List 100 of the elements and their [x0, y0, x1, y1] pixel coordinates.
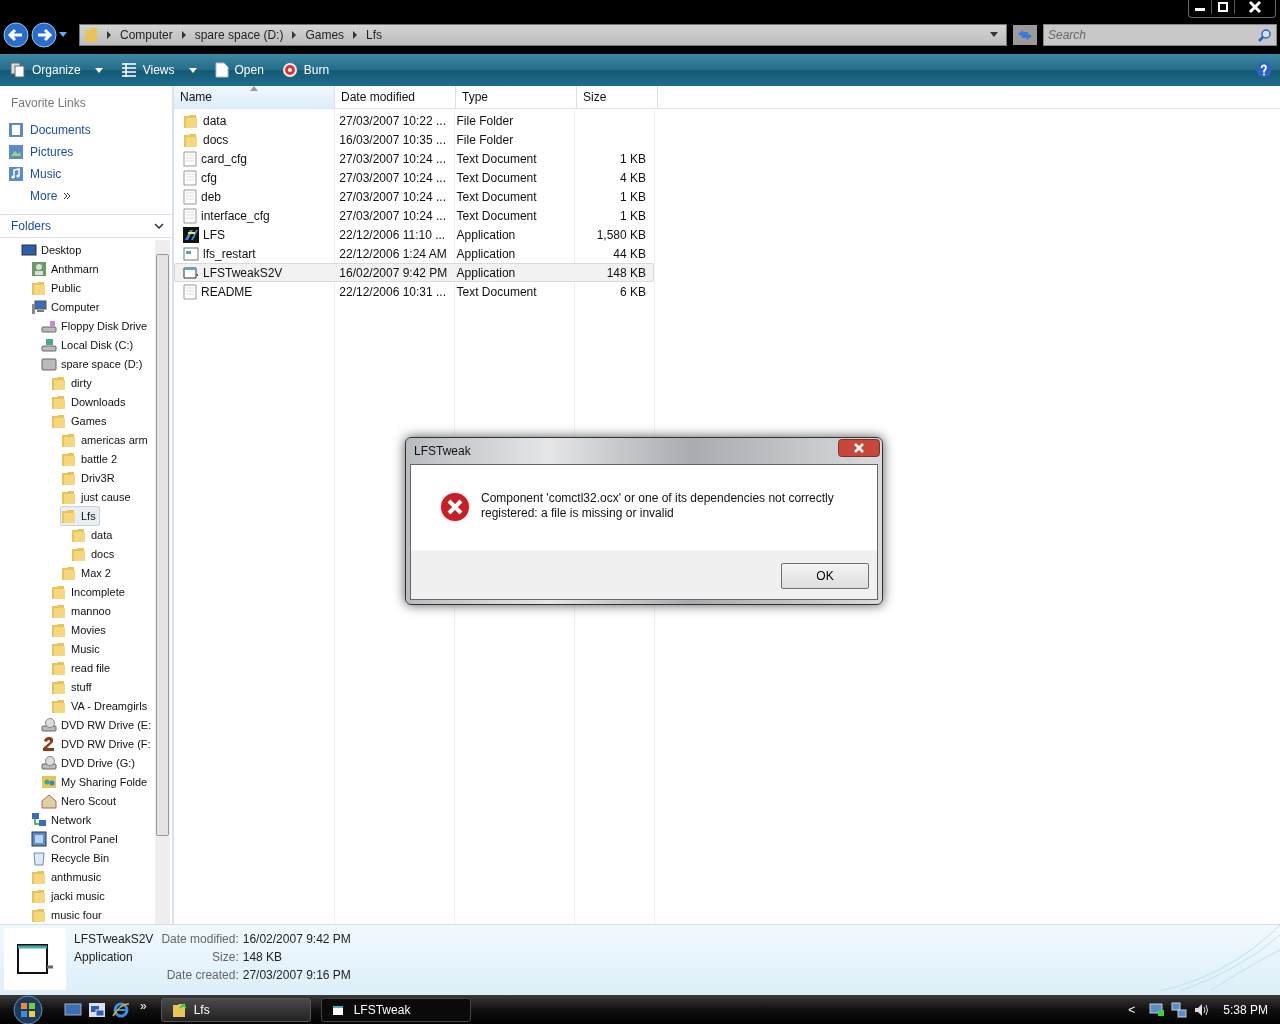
error-icon: [439, 491, 471, 523]
folder-icon: [31, 906, 47, 923]
more-button[interactable]: »: [140, 998, 147, 1013]
tray-expand-button[interactable]: <: [1128, 1002, 1136, 1017]
tree-item[interactable]: mannoo: [50, 600, 115, 621]
file-row[interactable]: card_cfg 27/03/2007 10:24 ... Text Document 1 KB: [174, 149, 654, 168]
ok-button[interactable]: OK: [781, 563, 869, 589]
windows-icon[interactable]: [88, 1001, 106, 1018]
folder-icon: [51, 412, 67, 429]
tree-item[interactable]: stuff: [50, 676, 96, 697]
column-header[interactable]: Size: [577, 86, 658, 108]
toolbar-button[interactable]: Organize: [4, 58, 109, 82]
tree-item[interactable]: My Sharing Folde: [40, 771, 152, 792]
taskbar-button[interactable]: LFSTweak: [320, 997, 471, 1022]
favorite-link[interactable]: Music: [0, 164, 172, 186]
monitor-icon[interactable]: [1149, 1001, 1166, 1018]
desktop-icon[interactable]: [64, 1001, 82, 1018]
tree-item[interactable]: spare space (D:): [40, 353, 147, 374]
file-row[interactable]: docs 16/03/2007 10:35 ... File Folder: [174, 130, 654, 149]
favorite-link[interactable]: Pictures: [0, 142, 172, 164]
tree-item[interactable]: Music: [50, 638, 104, 659]
tree-item[interactable]: Incomplete: [50, 581, 129, 602]
tree-item[interactable]: VA - Dreamgirls: [50, 695, 152, 716]
breadcrumb-item[interactable]: Lfs: [366, 28, 383, 42]
tree-item[interactable]: DVD Drive (G:): [40, 752, 139, 773]
tree-item[interactable]: docs: [70, 543, 119, 564]
search-field[interactable]: Search: [1043, 24, 1277, 46]
tree-item[interactable]: anthmusic: [30, 866, 106, 887]
tree-item[interactable]: jacki music: [30, 885, 109, 906]
tree-item[interactable]: Control Panel: [30, 828, 122, 849]
file-row[interactable]: LFS 22/12/2006 11:10 ... Application 1,580 KB: [174, 225, 654, 244]
tree-item[interactable]: Desktop: [20, 240, 86, 260]
tree-item[interactable]: dirty: [50, 372, 96, 393]
breadcrumb-item[interactable]: Games: [305, 28, 345, 42]
chevron-icon[interactable]: [106, 31, 112, 39]
tree-item[interactable]: Computer: [30, 296, 104, 317]
recycle-bin-icon: [31, 849, 47, 866]
address-bar[interactable]: Computer spare space (D:) Games Lfs: [79, 24, 1007, 46]
scrollbar[interactable]: [155, 240, 170, 924]
tree-item[interactable]: battle 2: [60, 448, 122, 469]
tree-item[interactable]: Network: [30, 809, 96, 830]
taskbar-button[interactable]: Lfs: [160, 997, 311, 1022]
network-icon[interactable]: [1171, 1001, 1188, 1018]
tree-item[interactable]: Nero Scout: [40, 790, 121, 811]
file-row[interactable]: deb 27/03/2007 10:24 ... Text Document 1 KB: [174, 187, 654, 206]
tree-item[interactable]: read file: [50, 657, 115, 678]
more-link[interactable]: More: [0, 186, 172, 208]
toolbar-button[interactable]: Open: [208, 58, 270, 82]
tree-item[interactable]: americas arm: [60, 429, 152, 450]
folder-icon: [61, 431, 77, 448]
tree-item[interactable]: data: [70, 524, 117, 545]
back-icon[interactable]: [3, 22, 29, 48]
tree-item[interactable]: Downloads: [50, 391, 130, 412]
help-icon[interactable]: [1256, 62, 1272, 78]
document-icon: [183, 188, 197, 205]
column-header[interactable]: Date modified: [335, 86, 456, 108]
file-row[interactable]: interface_cfg 27/03/2007 10:24 ... Text Document 1 KB: [174, 206, 654, 225]
file-row[interactable]: LFSTweakS2V 16/02/2007 9:42 PM Application 148 KB: [174, 263, 654, 282]
folders-header[interactable]: Folders: [0, 214, 172, 238]
tree-item[interactable]: Recycle Bin: [30, 847, 114, 868]
close-icon[interactable]: [838, 439, 880, 457]
file-row[interactable]: README 22/12/2006 10:31 ... Text Document 6 KB: [174, 282, 654, 301]
type-cell-text: Application: [455, 265, 517, 280]
column-header[interactable]: Name: [174, 86, 335, 108]
tree-item[interactable]: Local Disk (C:): [40, 334, 138, 355]
tree-item[interactable]: DVD RW Drive (E:: [40, 714, 155, 735]
forward-icon[interactable]: [31, 22, 57, 48]
tree-item[interactable]: Anthmarn: [30, 258, 103, 279]
chevron-icon[interactable]: [180, 31, 187, 39]
file-row[interactable]: data 27/03/2007 10:22 ... File Folder: [174, 111, 654, 130]
tree-item[interactable]: Lfs: [60, 505, 100, 526]
breadcrumb-item[interactable]: spare space (D:): [194, 28, 284, 42]
tree-item[interactable]: just cause: [60, 486, 135, 507]
folder-icon: [171, 1001, 186, 1018]
history-caret-icon[interactable]: [59, 32, 67, 38]
tree-item[interactable]: Games: [50, 410, 111, 431]
toolbar-button[interactable]: Views: [114, 58, 203, 82]
tree-item[interactable]: DVD RW Drive (F:: [40, 733, 155, 754]
monitor-icon: [21, 241, 37, 258]
house-icon: [41, 792, 57, 809]
browser-icon[interactable]: [112, 1000, 130, 1019]
folder-icon: [31, 887, 47, 904]
file-row[interactable]: cfg 27/03/2007 10:24 ... Text Document 4 KB: [174, 168, 654, 187]
tree-item[interactable]: Max 2: [60, 562, 115, 583]
dropdown-caret-icon[interactable]: [990, 32, 998, 38]
breadcrumb-item[interactable]: Computer: [120, 28, 173, 42]
type-cell-text: Text Document: [455, 189, 538, 204]
tree-item[interactable]: Public: [30, 277, 85, 298]
column-header[interactable]: Type: [456, 86, 577, 108]
chevron-icon[interactable]: [291, 31, 298, 39]
tree-item[interactable]: Driv3R: [60, 467, 119, 488]
chevron-icon[interactable]: [352, 31, 359, 39]
tree-item[interactable]: music four: [30, 904, 106, 924]
disc-drive-icon: [41, 754, 57, 771]
clock[interactable]: 5:38 PM: [1223, 1002, 1268, 1017]
toolbar-button[interactable]: Burn: [275, 58, 336, 82]
favorite-link[interactable]: Documents: [0, 120, 172, 142]
tree-item[interactable]: Floppy Disk Drive: [40, 315, 152, 336]
file-row[interactable]: lfs_restart 22/12/2006 1:24 AM Application 44 KB: [174, 244, 654, 263]
tree-item[interactable]: Movies: [50, 619, 110, 640]
